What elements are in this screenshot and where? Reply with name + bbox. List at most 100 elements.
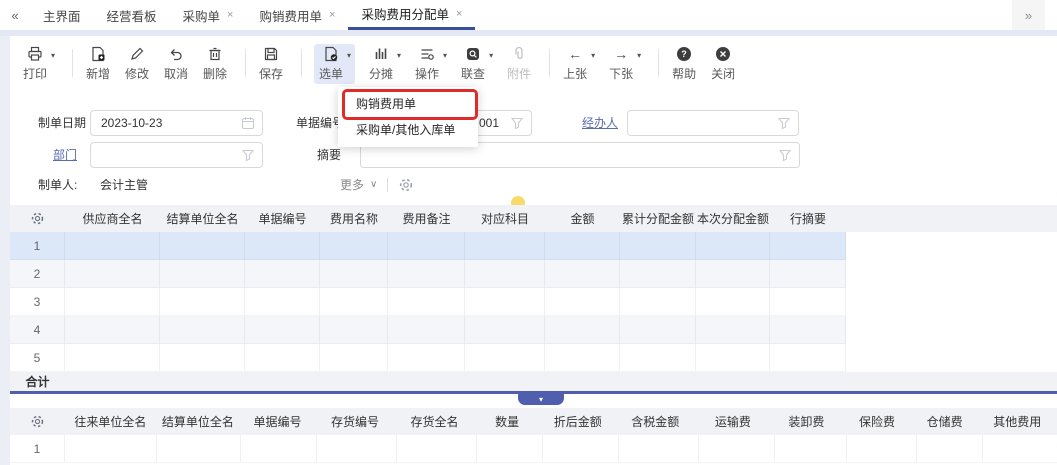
grid-cell[interactable] — [620, 288, 696, 316]
caret-down-icon[interactable]: ▾ — [443, 51, 447, 60]
close-button[interactable]: 关闭 — [710, 46, 736, 82]
action-button[interactable]: 操作 ▾ — [414, 46, 447, 82]
edit-button[interactable]: 修改 — [124, 46, 150, 82]
delete-button[interactable]: 删除 — [202, 46, 228, 82]
row-number[interactable]: 5 — [10, 344, 65, 372]
grid-cell[interactable] — [160, 316, 245, 344]
grid-settings-gear-icon[interactable] — [10, 211, 65, 226]
calendar-icon[interactable] — [241, 116, 255, 130]
grid-cell[interactable] — [245, 344, 320, 372]
grid-cell[interactable] — [770, 288, 846, 316]
grid-cell[interactable] — [545, 232, 620, 260]
save-button[interactable]: 保存 — [258, 46, 284, 82]
department-link[interactable]: 部门 — [53, 142, 77, 168]
grid-cell[interactable] — [388, 232, 465, 260]
chevron-down-icon[interactable]: ∨ — [370, 179, 377, 190]
select-doc-button[interactable]: 选单 ▾ — [314, 44, 355, 84]
caret-down-icon[interactable]: ▾ — [591, 51, 595, 60]
grid-cell[interactable] — [770, 232, 846, 260]
caret-down-icon[interactable]: ▾ — [51, 51, 55, 60]
caret-down-icon[interactable]: ▾ — [347, 51, 351, 60]
grid-cell[interactable] — [545, 260, 620, 288]
grid-cell[interactable] — [696, 344, 770, 372]
grid-cell[interactable] — [160, 344, 245, 372]
form-settings-gear-icon[interactable] — [398, 177, 414, 193]
tab-purchase-order[interactable]: 采购单 × — [170, 0, 247, 30]
grid-cell[interactable] — [388, 288, 465, 316]
close-icon[interactable]: × — [456, 8, 462, 20]
grid-cell[interactable] — [465, 288, 545, 316]
tab-overflow-icon[interactable]: » — [1012, 0, 1045, 30]
help-button[interactable]: ? 帮助 — [671, 46, 697, 82]
grid-cell[interactable] — [245, 288, 320, 316]
close-icon[interactable]: × — [329, 9, 335, 21]
menu-item-expense-doc[interactable]: 购销费用单 — [338, 91, 478, 117]
table-row[interactable]: 4 — [10, 316, 846, 344]
grid-cell[interactable] — [696, 232, 770, 260]
grid-cell[interactable] — [465, 316, 545, 344]
caret-down-icon[interactable]: ▾ — [397, 51, 401, 60]
tab-expense-allocation[interactable]: 采购费用分配单 × — [348, 0, 475, 30]
grid-cell[interactable] — [320, 232, 388, 260]
grid-cell[interactable] — [620, 344, 696, 372]
grid-cell[interactable] — [620, 316, 696, 344]
collapse-handle[interactable]: ▾ — [518, 394, 564, 405]
grid-cell[interactable] — [983, 435, 1057, 463]
allocate-button[interactable]: 分摊 ▾ — [368, 46, 401, 82]
grid-cell[interactable] — [847, 435, 917, 463]
grid-cell[interactable] — [917, 435, 983, 463]
more-button[interactable]: 更多 — [340, 176, 364, 193]
tab-dashboard[interactable]: 经营看板 — [94, 0, 170, 30]
grid-cell[interactable] — [465, 344, 545, 372]
grid-cell[interactable] — [65, 316, 160, 344]
grid-cell[interactable] — [388, 316, 465, 344]
grid-cell[interactable] — [65, 435, 157, 463]
department-input[interactable] — [90, 142, 263, 168]
grid-cell[interactable] — [65, 260, 160, 288]
caret-down-icon[interactable]: ▾ — [637, 51, 641, 60]
grid-cell[interactable] — [245, 316, 320, 344]
filter-icon[interactable] — [778, 148, 792, 162]
grid-cell[interactable] — [388, 344, 465, 372]
grid-cell[interactable] — [619, 435, 699, 463]
menu-item-purchase-or-inbound[interactable]: 采购单/其他入库单 — [338, 117, 478, 143]
grid-cell[interactable] — [397, 435, 477, 463]
filter-icon[interactable] — [241, 148, 255, 162]
row-number[interactable]: 2 — [10, 260, 65, 288]
grid-cell[interactable] — [620, 260, 696, 288]
grid-cell[interactable] — [770, 344, 846, 372]
grid-cell[interactable] — [160, 260, 245, 288]
close-icon[interactable]: × — [227, 9, 233, 21]
table-row[interactable]: 1 — [10, 435, 1057, 463]
agent-link[interactable]: 经办人 — [582, 110, 618, 136]
grid-cell[interactable] — [320, 316, 388, 344]
grid-cell[interactable] — [388, 260, 465, 288]
tab-main[interactable]: 主界面 — [30, 0, 94, 30]
table-row[interactable]: 5 — [10, 344, 846, 372]
grid-cell[interactable] — [65, 232, 160, 260]
row-number[interactable]: 3 — [10, 288, 65, 316]
grid-cell[interactable] — [696, 288, 770, 316]
collapse-tabs-icon[interactable]: « — [0, 0, 30, 30]
grid-cell[interactable] — [157, 435, 241, 463]
prev-doc-button[interactable]: ← 上张 ▾ — [562, 46, 595, 82]
row-number[interactable]: 4 — [10, 316, 65, 344]
grid-cell[interactable] — [545, 288, 620, 316]
grid-cell[interactable] — [545, 316, 620, 344]
grid-cell[interactable] — [465, 260, 545, 288]
linked-query-button[interactable]: 联查 ▾ — [460, 46, 493, 82]
row-number[interactable]: 1 — [10, 232, 65, 260]
grid-cell[interactable] — [775, 435, 847, 463]
grid-cell[interactable] — [65, 344, 160, 372]
table-row[interactable]: 3 — [10, 288, 846, 316]
grid-cell[interactable] — [620, 232, 696, 260]
cancel-button[interactable]: 取消 — [163, 46, 189, 82]
row-number[interactable]: 1 — [10, 435, 65, 463]
grid-cell[interactable] — [543, 435, 619, 463]
caret-down-icon[interactable]: ▾ — [489, 51, 493, 60]
grid-cell[interactable] — [696, 260, 770, 288]
next-doc-button[interactable]: → 下张 ▾ — [608, 46, 641, 82]
table-row[interactable]: 1 — [10, 232, 846, 260]
grid-cell[interactable] — [160, 288, 245, 316]
grid-cell[interactable] — [65, 288, 160, 316]
